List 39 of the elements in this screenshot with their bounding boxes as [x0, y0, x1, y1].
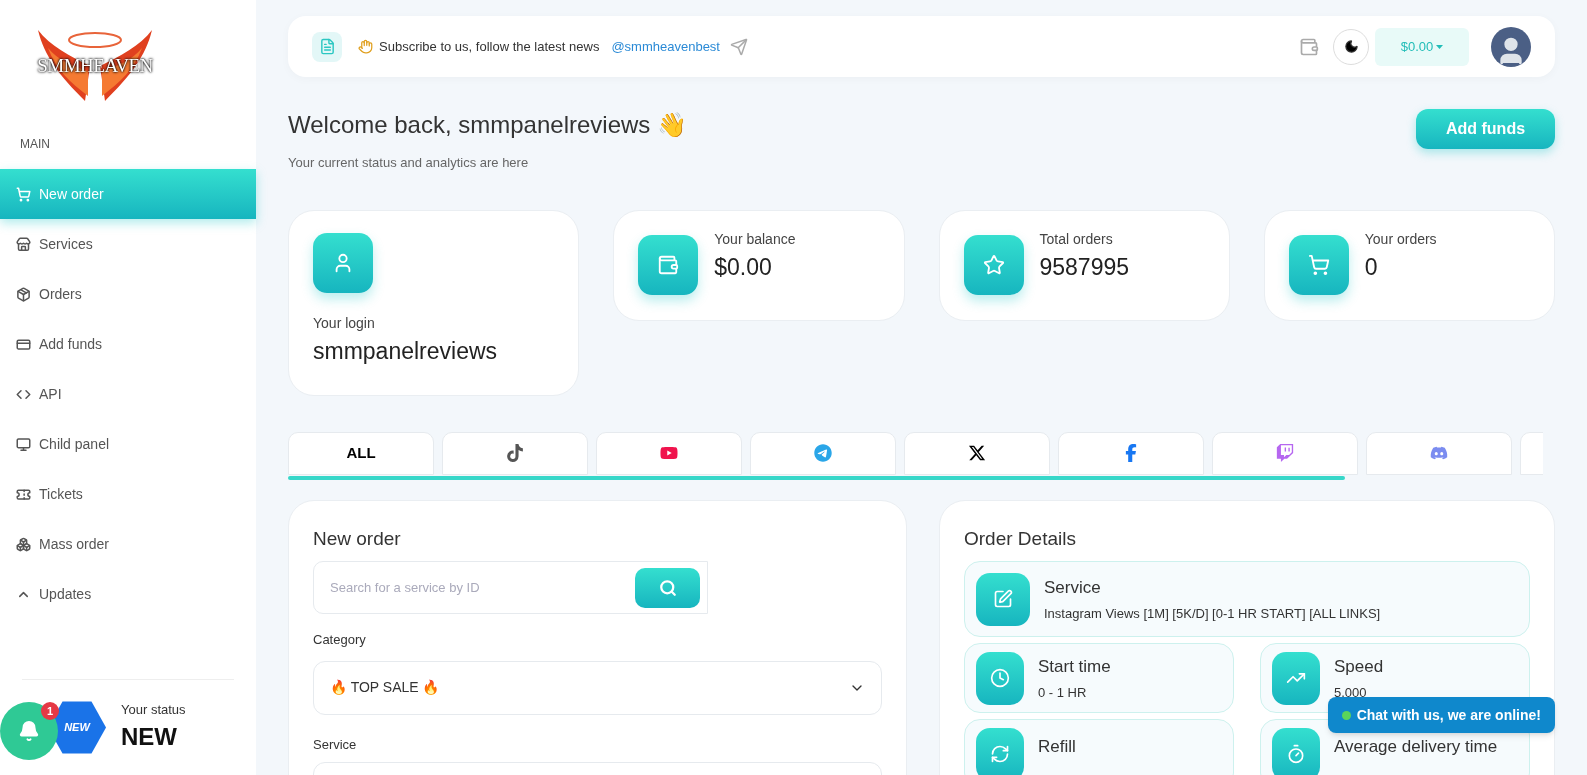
nav-item[interactable]: API	[0, 369, 256, 419]
news-text: Subscribe to us, follow the latest news	[379, 37, 600, 56]
channel-link[interactable]: @smmheavenbest	[611, 36, 720, 57]
stat-label: Your balance	[714, 230, 796, 250]
welcome-subtitle: Your current status and analytics are here	[288, 154, 530, 172]
category-select[interactable]: 🔥 TOP SALE 🔥	[313, 660, 882, 715]
nav-item[interactable]: Updates	[0, 569, 256, 619]
stat-value: 9587995	[1039, 253, 1130, 283]
card-title: Order Details	[964, 526, 1077, 551]
stat-value: $0.00	[714, 253, 773, 283]
card-title: New order	[313, 526, 402, 551]
nav-item[interactable]: Tickets	[0, 469, 256, 519]
status-label: Your status	[121, 700, 186, 719]
service-search-field[interactable]: Search for a service by ID	[313, 561, 708, 614]
stat-value: 0	[1364, 253, 1379, 283]
field-label: Category	[313, 631, 367, 649]
status-value: NEW	[121, 722, 178, 753]
detail-label: Speed	[1334, 655, 1384, 678]
welcome-title: Welcome back, smmpanelreviews 👋	[288, 110, 687, 140]
detail-label: Average delivery time	[1334, 736, 1498, 758]
detail-label: Service	[1044, 576, 1102, 599]
nav-item[interactable]: Mass order	[0, 519, 256, 569]
detail-label: Refill	[1038, 736, 1076, 758]
notification-count: 1	[41, 702, 59, 720]
nav-item[interactable]: Services	[0, 219, 256, 269]
field-label: Service	[313, 735, 358, 754]
nav-item[interactable]: Child panel	[0, 419, 256, 469]
detail-value: Instagram Views [1M] [5K/D] [0-1 HR START] [ALL LINKS]	[1044, 605, 1381, 623]
stat-value: smmpanelreviews	[313, 336, 499, 366]
detail-value: 0 - 1 HR	[1038, 684, 1088, 702]
detail-label: Start time	[1038, 655, 1111, 678]
stat-label: Your orders	[1364, 230, 1437, 250]
platform-tab[interactable]: ALL	[288, 431, 434, 475]
stat-label: Total orders	[1039, 230, 1114, 250]
nav-item[interactable]: Add funds	[0, 319, 256, 369]
nav-item[interactable]: Orders	[0, 269, 256, 319]
stat-label: Your login	[313, 313, 376, 333]
chat-button[interactable]: Chat with us, we are online!	[1327, 697, 1555, 733]
section-label: MAIN	[19, 136, 51, 153]
